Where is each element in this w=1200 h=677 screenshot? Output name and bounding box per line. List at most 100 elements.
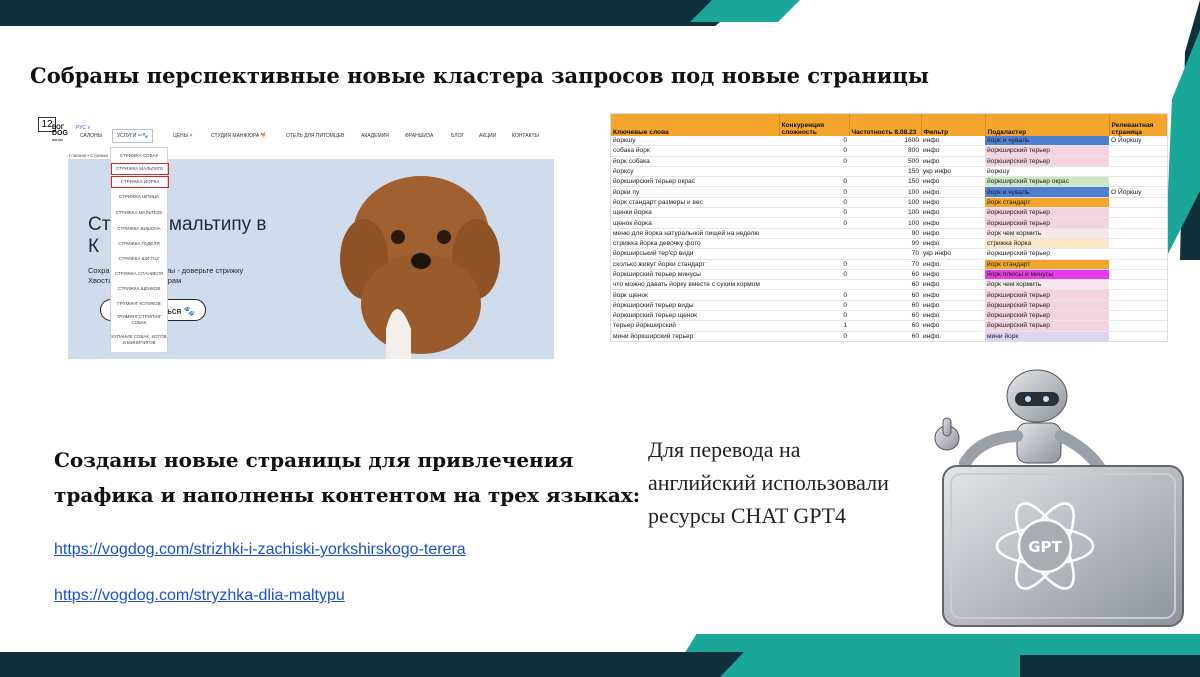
nav-item-contacts[interactable]: КОНТАКТЫ — [512, 133, 539, 139]
sheet-cell[interactable]: йоркширский терьер — [985, 310, 1109, 322]
dropdown-item-bichon[interactable]: СТРИЖКА БИШОНА — [111, 226, 167, 231]
sheet-cell[interactable]: йорк плюсы и минусы — [985, 269, 1109, 281]
sheet-cell[interactable] — [1109, 197, 1167, 209]
nav-item-services[interactable]: УСЛУГИ ✂🐾 — [112, 129, 154, 143]
sheet-cell[interactable]: 0 — [779, 207, 849, 219]
sheet-cell[interactable]: йорк чем кормить — [985, 279, 1109, 291]
sheet-cell[interactable] — [1109, 228, 1167, 239]
sheet-cell[interactable]: инфо — [921, 310, 985, 322]
sheet-cell[interactable]: инфо — [921, 300, 985, 312]
sheet-cell[interactable]: 150 — [849, 176, 921, 188]
nav-item-salons[interactable]: САЛОНЫ — [80, 133, 102, 139]
sheet-cell[interactable]: инфо — [921, 320, 985, 332]
sheet-cell[interactable]: 1600 — [849, 136, 921, 147]
sheet-cell[interactable]: укр инфо — [921, 166, 985, 178]
nav-item-hotel[interactable]: ОТЕЛЬ ДЛЯ ПИТОМЦЕВ — [286, 133, 344, 139]
sheet-cell[interactable]: 0 — [779, 156, 849, 167]
link-maltipoo-page[interactable]: https://vogdog.com/stryzhka-dlia-maltypu — [54, 587, 345, 605]
sheet-cell[interactable]: инфо — [921, 217, 985, 229]
sheet-cell[interactable]: терьер йоркширский — [611, 320, 779, 332]
sheet-cell[interactable]: 60 — [849, 279, 921, 291]
sheet-cell[interactable]: 0 — [779, 197, 849, 209]
sheet-header-1[interactable]: Конкуренция сложность — [779, 114, 850, 136]
sheet-cell[interactable]: йоркшу — [611, 136, 779, 147]
sheet-cell[interactable]: 0 — [779, 310, 849, 322]
sheet-cell[interactable]: йорк и чуваль — [985, 186, 1109, 198]
sheet-cell[interactable]: 0 — [779, 269, 849, 281]
sheet-cell[interactable]: инфо — [921, 145, 985, 157]
sheet-cell[interactable]: 60 — [849, 331, 921, 341]
dropdown-item-puppies[interactable]: СТРИЖКА ЩЕНКОВ — [111, 286, 167, 291]
dropdown-item-maltese[interactable]: СТРИЖКА МАЛЬТЕЗЕ — [111, 210, 167, 215]
sheet-cell[interactable]: 60 — [849, 320, 921, 332]
sheet-cell[interactable]: сколько живут йоркширские терьеры — [611, 341, 779, 342]
sheet-cell[interactable]: 60 — [849, 341, 921, 342]
sheet-header-4[interactable]: Подкластер — [985, 114, 1110, 136]
sheet-cell[interactable]: 150 — [849, 166, 921, 178]
sheet-cell[interactable]: сколько живут — [985, 341, 1109, 342]
sheet-cell[interactable]: инфо — [921, 238, 985, 250]
sheet-cell[interactable]: йоркширский терьер — [985, 289, 1109, 301]
sheet-cell[interactable]: инфо — [921, 156, 985, 167]
dropdown-item-cats[interactable]: ГРУМИНГ КОТИКОВ — [111, 301, 167, 306]
sheet-cell[interactable]: укр инфо — [921, 248, 985, 260]
sheet-cell[interactable] — [1109, 176, 1167, 188]
sheet-cell[interactable]: 70 — [849, 248, 921, 260]
sheet-header-0[interactable]: Ключевые слова — [611, 114, 780, 136]
sheet-cell[interactable]: инфо — [921, 176, 985, 188]
lang-switch[interactable]: РУС ˅ — [76, 125, 90, 131]
sheet-cell[interactable]: О Йоркшу — [1109, 136, 1167, 147]
sheet-cell[interactable]: инфо — [921, 136, 985, 147]
sheet-cell[interactable]: инфо — [921, 207, 985, 219]
sheet-cell[interactable]: йоркширский терьер — [985, 207, 1109, 219]
dropdown-item-dogs[interactable]: СТРИЖКА СОБАК — [111, 153, 167, 158]
sheet-cell[interactable]: йоркширский терьер — [985, 156, 1109, 167]
nav-item-prices[interactable]: ЦЕНЫ ˅ — [173, 133, 192, 139]
sheet-cell[interactable]: йоркширський тер'єр види — [611, 248, 779, 260]
sheet-cell[interactable]: щенки йорка — [611, 207, 779, 219]
sheet-cell[interactable]: инфо — [921, 331, 985, 341]
link-yorkie-page[interactable]: https://vogdog.com/strizhki-i-zachiski-y… — [54, 541, 466, 559]
sheet-cell[interactable]: йорк стандарт — [985, 259, 1109, 270]
sheet-header-3[interactable]: Фильтр — [921, 114, 986, 136]
sheet-cell[interactable]: 0 — [779, 136, 849, 147]
sheet-cell[interactable] — [1109, 145, 1167, 157]
dropdown-item-bathing[interactable]: КУПАНИЕ СОБАК, КОТОВ И МИНИПИГОВ — [111, 334, 167, 346]
sheet-cell[interactable]: 70 — [849, 259, 921, 270]
sheet-cell[interactable]: инфо — [921, 197, 985, 209]
sheet-cell[interactable] — [1109, 310, 1167, 322]
sheet-cell[interactable]: инфо — [921, 269, 985, 281]
sheet-cell[interactable]: йоркширский терьер — [985, 320, 1109, 332]
sheet-cell[interactable]: инфо — [921, 228, 985, 239]
nav-item-promo[interactable]: АКЦИИ — [479, 133, 496, 139]
sheet-cell[interactable]: 60 — [849, 289, 921, 301]
sheet-cell[interactable]: 500 — [849, 156, 921, 167]
sheet-cell[interactable]: йоркширский терьер окрас — [611, 176, 779, 188]
sheet-cell[interactable]: 90 — [849, 238, 921, 250]
sheet-cell[interactable]: стрижка йорка девочку фото — [611, 238, 779, 250]
sheet-cell[interactable]: меню для йорка натуральной пищей на неде… — [611, 228, 779, 239]
sheet-cell[interactable]: 100 — [849, 197, 921, 209]
nav-item-franchise[interactable]: ФРАНШИЗА — [405, 133, 433, 139]
sheet-cell[interactable]: 100 — [849, 217, 921, 229]
sheet-cell[interactable]: что можно давать йорку вместе с сухим ко… — [611, 279, 779, 291]
sheet-cell[interactable]: О Йоркшу — [1109, 186, 1167, 198]
sheet-header-2[interactable]: Частотность 8.08.23 — [849, 114, 922, 136]
sheet-cell[interactable] — [779, 228, 849, 239]
nav-item-manicure[interactable]: СТУДИЯ МАНІКЮРА 🐕 — [211, 133, 267, 139]
sheet-cell[interactable]: йоркширский терьер — [985, 248, 1109, 260]
dropdown-item-spaniel[interactable]: СТРИЖКА СПАНИЕЛЯ — [111, 271, 167, 276]
sheet-cell[interactable]: инфо — [921, 279, 985, 291]
sheet-cell[interactable]: 1 — [779, 320, 849, 332]
dropdown-item-shih-tzu[interactable]: СТРИЖКА ШИ-ТЦУ — [111, 256, 167, 261]
sheet-cell[interactable] — [1109, 269, 1167, 281]
dropdown-item-maltipoo[interactable]: СТРИЖКА МАЛЬТИПУ — [111, 163, 169, 175]
sheet-cell[interactable]: йорксу — [611, 166, 779, 178]
sheet-cell[interactable]: йоркширский терьер — [985, 145, 1109, 157]
sheet-cell[interactable] — [1109, 331, 1167, 341]
nav-item-academy[interactable]: АКАДЕМИЯ — [361, 133, 389, 139]
sheet-cell[interactable]: йоркширский терьер щенок — [611, 310, 779, 322]
sheet-cell[interactable]: йорк щенок — [611, 289, 779, 301]
sheet-cell[interactable]: 100 — [849, 207, 921, 219]
sheet-cell[interactable]: сколько живут йорки стандарт — [611, 259, 779, 270]
